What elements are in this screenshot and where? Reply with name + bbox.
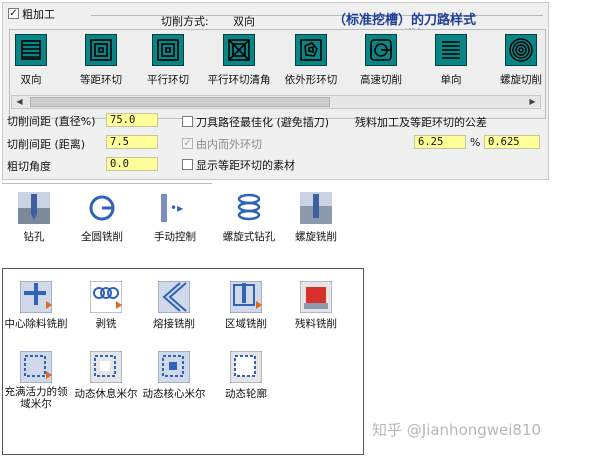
show-stock-label: 显示等距环切的素材: [196, 159, 295, 172]
scrollbar-thumb[interactable]: [30, 97, 330, 107]
dynamic-core-mill-tool-button[interactable]: [157, 350, 191, 384]
pattern-label: 单向: [440, 74, 462, 86]
stepover-percent-label: 切削间距 (直径%): [7, 115, 96, 128]
show-stock-checkbox[interactable]: [182, 159, 193, 170]
morph-spiral-icon: [300, 39, 322, 61]
peel-mill-tool-button[interactable]: [89, 280, 123, 314]
constant-overlap-spiral-icon: [90, 39, 112, 61]
row1-divider: [2, 183, 212, 184]
dynamic-contour-tool-button[interactable]: [229, 350, 263, 384]
high-speed-icon: [370, 39, 392, 61]
toolpath-settings-panel: ✓ 粗加工 切削方式: 双向 （标准挖槽）的刀路样式 模板 双向: [2, 2, 549, 180]
dynamic-area-mill-tool-button[interactable]: [19, 350, 53, 384]
pattern-label: 依外形环切: [284, 74, 338, 86]
cut-method-label: 切削方式:: [161, 15, 209, 28]
inside-out-checkbox[interactable]: ✓: [182, 138, 193, 149]
manual-entry-icon: •▸: [159, 192, 191, 224]
svg-text:•▸: •▸: [170, 201, 183, 215]
one-way-icon: [442, 41, 460, 59]
area-mill-icon: [229, 280, 263, 314]
percent-sign: %: [470, 136, 481, 149]
dynamic-rest-mill-icon: [89, 350, 123, 384]
tool-label: 钻孔: [23, 231, 45, 243]
pattern-one-way-button[interactable]: [435, 34, 467, 66]
tool-label: 动态休息米尔: [74, 388, 138, 400]
tool-label: 动态核心米尔: [142, 388, 206, 400]
area-mill-tool-button[interactable]: [229, 280, 263, 314]
watermark: 知乎 @Jianhongwei810: [372, 421, 542, 439]
tool-label: 剥铣: [95, 318, 117, 330]
rest-mill-tool-button[interactable]: [299, 280, 333, 314]
area-clear-icon: [19, 280, 53, 314]
tool-label: 充满活力的领域米尔: [4, 386, 68, 410]
tool-label: 动态轮廓: [225, 388, 267, 400]
parallel-spiral-icon: [157, 39, 179, 61]
blend-mill-tool-button[interactable]: [157, 280, 191, 314]
blend-mill-icon: [157, 280, 191, 314]
pattern-constant-overlap-spiral-button[interactable]: [85, 34, 117, 66]
pattern-scrollbar[interactable]: ◀ ▶: [11, 95, 541, 109]
rough-angle-label: 粗切角度: [7, 160, 51, 173]
rest-mill-icon: [299, 280, 333, 314]
tool-label: 熔接铣削: [153, 318, 195, 330]
parallel-spiral-clean-corners-icon: [228, 39, 250, 61]
stepover-percent-field[interactable]: 75.0: [106, 113, 158, 127]
pattern-label: 双向: [20, 74, 42, 86]
dynamic-rest-mill-tool-button[interactable]: [89, 350, 123, 384]
pattern-parallel-spiral-clean-corners-button[interactable]: [223, 34, 255, 66]
pattern-label: 平行环切: [147, 74, 189, 86]
tolerance-percent-field[interactable]: 6.25: [414, 135, 466, 149]
tool-label: 全圆铣削: [81, 231, 123, 243]
drill-icon: [18, 192, 50, 224]
pattern-label: 螺旋切削: [500, 74, 542, 86]
pattern-label: 平行环切清角: [207, 74, 271, 86]
rough-checkbox[interactable]: ✓: [8, 8, 19, 19]
stepover-distance-field[interactable]: 7.5: [106, 135, 158, 149]
pattern-true-spiral-button[interactable]: [505, 34, 537, 66]
dynamic-core-mill-icon: [157, 350, 191, 384]
scroll-right-icon[interactable]: ▶: [526, 96, 539, 108]
pattern-label: 高速切削: [360, 74, 402, 86]
thread-mill-tool-button[interactable]: [300, 192, 332, 224]
area-clear-tool-button[interactable]: [19, 280, 53, 314]
tool-label: 中心除料铣削: [4, 318, 68, 330]
zigzag-pattern-icon: [21, 40, 41, 60]
drill-tool-button[interactable]: [18, 192, 50, 224]
pattern-high-speed-button[interactable]: [365, 34, 397, 66]
tool-label: 残料铣削: [295, 318, 337, 330]
scroll-left-icon[interactable]: ◀: [13, 96, 26, 108]
dynamic-area-mill-icon: [19, 350, 53, 384]
circle-mill-tool-button[interactable]: [86, 192, 118, 224]
tolerance-distance-field[interactable]: 0.625: [484, 135, 540, 149]
rough-angle-field[interactable]: 0.0: [106, 157, 158, 171]
pattern-parallel-spiral-button[interactable]: [152, 34, 184, 66]
dynamic-contour-icon: [229, 350, 263, 384]
tool-label: 手动控制: [154, 231, 196, 243]
true-spiral-icon: [509, 38, 533, 62]
pattern-zigzag-button[interactable]: [15, 34, 47, 66]
pattern-label: 等距环切: [80, 74, 122, 86]
peel-mill-icon: [89, 280, 123, 314]
tool-label: 区域铣削: [225, 318, 267, 330]
stepover-distance-label: 切削间距 (距离): [7, 138, 86, 151]
circle-mill-icon: [86, 192, 118, 224]
tool-label: 螺旋铣削: [295, 231, 337, 243]
manual-entry-tool-button[interactable]: •▸: [159, 192, 191, 224]
tolerance-label: 残料加工及等距环切的公差: [355, 116, 487, 129]
helix-bore-tool-button[interactable]: [233, 192, 265, 224]
optimize-toolpath-label: 刀具路径最佳化 (避免插刀): [196, 116, 330, 129]
inside-out-label: 由内而外环切: [196, 138, 262, 151]
helix-bore-icon: [233, 192, 265, 224]
cut-method-value: 双向: [233, 15, 255, 28]
pattern-morph-spiral-button[interactable]: [295, 34, 327, 66]
rough-label: 粗加工: [22, 8, 55, 21]
optimize-toolpath-checkbox[interactable]: [182, 116, 193, 127]
tool-label: 螺旋式钻孔: [222, 231, 276, 243]
thread-mill-icon: [300, 192, 332, 224]
